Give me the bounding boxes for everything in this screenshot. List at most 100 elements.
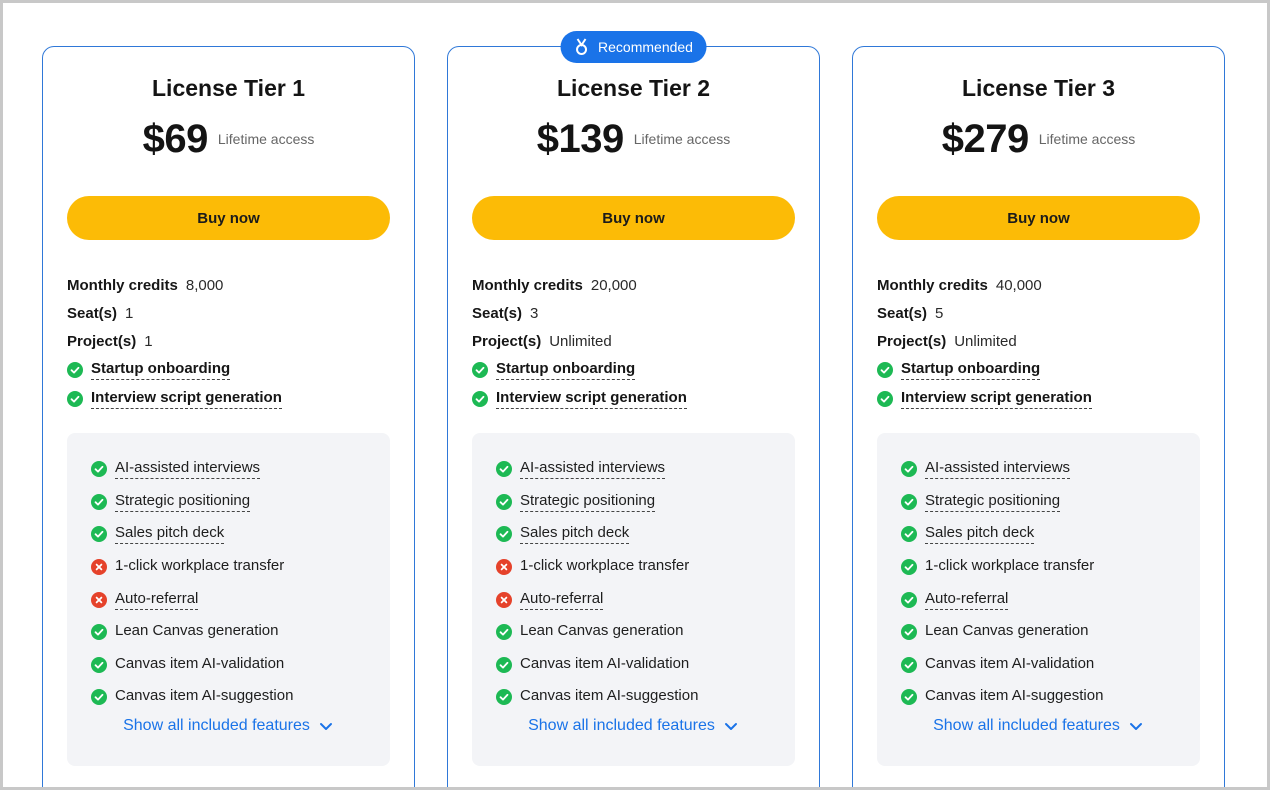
panel-feature-label: Sales pitch deck (925, 524, 1035, 545)
panel-feature-label: 1-click workplace transfer (520, 557, 690, 575)
check-circle-icon (91, 689, 107, 706)
spec-value: 20,000 (590, 276, 637, 294)
panel-feature-item[interactable]: Auto-referral (496, 583, 786, 616)
check-circle-icon (877, 361, 893, 378)
features-panel: AI-assisted interviews Strategic position… (472, 433, 795, 766)
spec-value: 1 (144, 332, 153, 350)
price-note: Lifetime access (1038, 131, 1136, 147)
buy-now-button[interactable]: Buy now (67, 196, 390, 240)
spec-row: Seat(s) 3 (472, 299, 802, 327)
spec-value: 3 (530, 304, 539, 322)
pricing-card-tier-1: License Tier 1 $69 Lifetime access Buy n… (42, 46, 415, 790)
check-circle-icon (496, 624, 512, 641)
panel-feature-label: Auto-referral (115, 590, 199, 610)
price: $69 (142, 117, 209, 161)
check-circle-icon (901, 656, 917, 673)
panel-feature-list: AI-assisted interviews Strategic position… (91, 453, 381, 714)
check-circle-icon (496, 526, 512, 543)
panel-feature-label: Canvas item AI-suggestion (925, 687, 1104, 705)
panel-feature-label: Strategic positioning (520, 492, 656, 512)
panel-feature-label: Strategic positioning (115, 492, 251, 512)
feature-item[interactable]: Interview script generation (472, 384, 802, 413)
features-panel: AI-assisted interviews Strategic position… (877, 433, 1200, 766)
check-circle-icon (496, 656, 512, 673)
feature-label: Interview script generation (496, 389, 687, 409)
panel-feature-item[interactable]: Sales pitch deck (496, 518, 786, 551)
spec-value: Unlimited (954, 332, 1017, 350)
check-circle-icon (91, 493, 107, 510)
show-all-label: Show all included features (528, 717, 715, 734)
buy-now-button[interactable]: Buy now (877, 196, 1200, 240)
spec-label: Project(s) (877, 332, 947, 350)
panel-feature-item[interactable]: Strategic positioning (901, 486, 1191, 519)
panel-feature-item: Lean Canvas generation (496, 616, 786, 649)
check-circle-icon (901, 461, 917, 478)
panel-feature-label: AI-assisted interviews (115, 459, 261, 480)
price: $279 (941, 117, 1029, 161)
feature-item[interactable]: Startup onboarding (472, 355, 802, 384)
panel-feature-label: Canvas item AI-validation (520, 654, 690, 672)
spec-label: Seat(s) (472, 304, 523, 322)
recommended-label: Recommended (598, 39, 693, 55)
price-row: $139 Lifetime access (448, 117, 819, 162)
chevron-down-icon (319, 723, 332, 730)
tier-title: License Tier 1 (152, 75, 305, 101)
spec-label: Project(s) (472, 332, 542, 350)
check-circle-icon (901, 526, 917, 543)
spec-value: 1 (125, 304, 134, 322)
spec-label: Monthly credits (67, 276, 178, 294)
price-row: $69 Lifetime access (43, 117, 414, 162)
panel-feature-item[interactable]: Sales pitch deck (91, 518, 381, 551)
spec-value: Unlimited (549, 332, 612, 350)
check-circle-icon (496, 689, 512, 706)
panel-feature-label: Strategic positioning (925, 492, 1061, 512)
panel-feature-item: Lean Canvas generation (901, 616, 1191, 649)
check-circle-icon (901, 559, 917, 576)
price-note: Lifetime access (217, 131, 315, 147)
show-all-features-link[interactable]: Show all included features (472, 717, 795, 735)
panel-feature-item[interactable]: AI-assisted interviews (901, 453, 1191, 486)
pricing-card-tier-3: License Tier 3 $279 Lifetime access Buy … (852, 46, 1225, 790)
panel-feature-item[interactable]: AI-assisted interviews (496, 453, 786, 486)
spec-label: Seat(s) (877, 304, 928, 322)
panel-feature-label: 1-click workplace transfer (925, 557, 1095, 575)
show-all-features-link[interactable]: Show all included features (877, 717, 1200, 735)
panel-feature-item[interactable]: Strategic positioning (496, 486, 786, 519)
check-circle-icon (901, 493, 917, 510)
feature-item[interactable]: Interview script generation (67, 384, 397, 413)
spec-row: Project(s) Unlimited (877, 327, 1207, 355)
panel-feature-item[interactable]: Auto-referral (901, 583, 1191, 616)
spec-list: Monthly credits 20,000 Seat(s) 3 Project(s) U… (472, 271, 802, 413)
panel-feature-label: Canvas item AI-validation (115, 654, 285, 672)
panel-feature-item: 1-click workplace transfer (496, 551, 786, 584)
check-circle-icon (901, 689, 917, 706)
spec-label: Seat(s) (67, 304, 118, 322)
check-circle-icon (901, 624, 917, 641)
show-all-label: Show all included features (123, 717, 310, 734)
spec-value: 40,000 (995, 276, 1042, 294)
spec-row: Project(s) 1 (67, 327, 397, 355)
panel-feature-label: AI-assisted interviews (520, 459, 666, 480)
check-circle-icon (67, 390, 83, 407)
check-circle-icon (496, 461, 512, 478)
check-circle-icon (877, 390, 893, 407)
feature-item[interactable]: Startup onboarding (877, 355, 1207, 384)
panel-feature-label: Auto-referral (520, 590, 604, 610)
buy-now-button[interactable]: Buy now (472, 196, 795, 240)
panel-feature-item: Canvas item AI-suggestion (91, 681, 381, 714)
panel-feature-item[interactable]: Sales pitch deck (901, 518, 1191, 551)
spec-row: Project(s) Unlimited (472, 327, 802, 355)
panel-feature-item[interactable]: AI-assisted interviews (91, 453, 381, 486)
show-all-features-link[interactable]: Show all included features (67, 717, 390, 735)
chevron-down-icon (1129, 723, 1142, 730)
panel-feature-label: 1-click workplace transfer (115, 557, 285, 575)
panel-feature-item[interactable]: Strategic positioning (91, 486, 381, 519)
check-circle-icon (472, 390, 488, 407)
medal-icon (572, 38, 590, 56)
panel-feature-item: Lean Canvas generation (91, 616, 381, 649)
feature-item[interactable]: Interview script generation (877, 384, 1207, 413)
panel-feature-list: AI-assisted interviews Strategic position… (496, 453, 786, 714)
feature-item[interactable]: Startup onboarding (67, 355, 397, 384)
panel-feature-item[interactable]: Auto-referral (91, 583, 381, 616)
tier-title: License Tier 2 (557, 75, 710, 101)
